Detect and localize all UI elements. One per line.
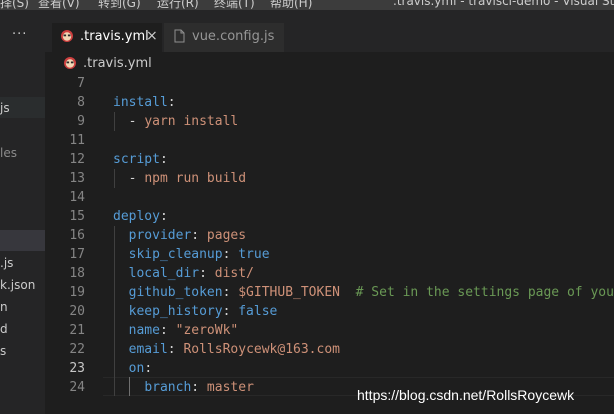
travis-icon: [64, 57, 76, 69]
code-line[interactable]: 22 email: RollsRoycewk@163.com: [45, 340, 614, 359]
code-line[interactable]: 9 - yarn install: [45, 112, 614, 131]
line-number: 18: [69, 266, 85, 281]
line-number: 13: [69, 171, 85, 186]
tab-vue-config-js[interactable]: vue.config.js: [164, 23, 284, 52]
line-number: 14: [69, 190, 85, 205]
menu-selection[interactable]: 择(S): [0, 0, 29, 10]
line-number: 24: [69, 380, 85, 395]
code-line[interactable]: 17 skip_cleanup: true: [45, 245, 614, 264]
code-text: - yarn install: [128, 114, 239, 129]
code-editor[interactable]: 7 8 install: 9 - yarn install 11 12 script: 13 …: [45, 74, 614, 414]
code-line[interactable]: 21 name: "zeroWk": [45, 321, 614, 340]
sidebar-item-js[interactable]: js: [0, 101, 10, 115]
sidebar-item-d[interactable]: d: [0, 322, 8, 336]
line-number: 23: [69, 361, 85, 376]
breadcrumb: .travis.yml: [45, 52, 614, 74]
code-line[interactable]: 19 github_token: $GITHUB_TOKEN # Set in …: [45, 283, 614, 302]
code-line[interactable]: 13 - npm run build: [45, 169, 614, 188]
line-number: 15: [69, 209, 85, 224]
code-text: install:: [113, 95, 176, 110]
code-line[interactable]: 15 deploy:: [45, 207, 614, 226]
code-text: github_token: $GITHUB_TOKEN # Set in the…: [128, 285, 614, 300]
menu-view[interactable]: 查看(V): [38, 0, 80, 10]
line-number: 17: [69, 247, 85, 262]
watermark: https://blog.csdn.net/RollsRoycewk: [357, 387, 575, 403]
code-text: - npm run build: [128, 171, 247, 186]
line-number: 11: [69, 133, 85, 148]
sidebar-item-package-json[interactable]: k.json: [0, 278, 35, 292]
tab-label: .travis.yml: [80, 29, 149, 44]
code-text: keep_history: false: [128, 304, 278, 319]
menu-bar: 择(S) 查看(V) 转到(G) 运行(R) 终端(T) 帮助(H) .trav…: [0, 0, 614, 10]
code-text: script:: [113, 152, 168, 167]
sidebar-selected-row: [0, 230, 45, 251]
menu-help[interactable]: 帮助(H): [270, 0, 312, 10]
line-number: 20: [69, 304, 85, 319]
menu-terminal[interactable]: 终端(T): [214, 0, 255, 10]
more-actions-button[interactable]: ···: [12, 27, 27, 42]
menu-go[interactable]: 转到(G): [98, 0, 141, 10]
code-line[interactable]: 18 local_dir: dist/: [45, 264, 614, 283]
travis-icon: [61, 30, 73, 42]
line-number: 12: [69, 152, 85, 167]
line-number: 16: [69, 228, 85, 243]
sidebar-item-s[interactable]: s: [0, 344, 6, 358]
code-line[interactable]: 23 on:: [45, 359, 614, 378]
code-text: name: "zeroWk": [128, 323, 239, 338]
code-text: deploy:: [113, 209, 168, 224]
explorer-sidebar: ··· js les .js k.json n d s: [0, 10, 45, 414]
code-text: provider: pages: [128, 228, 247, 243]
code-text: local_dir: dist/: [128, 266, 254, 281]
menu-run[interactable]: 运行(R): [157, 0, 199, 10]
code-line[interactable]: 8 install:: [45, 93, 614, 112]
file-icon: [174, 29, 185, 43]
sidebar-item-main-js[interactable]: .js: [0, 256, 13, 270]
code-text: on:: [128, 361, 153, 376]
line-number: 8: [77, 95, 85, 110]
close-icon[interactable]: ×: [146, 28, 158, 44]
tab-travis-yml[interactable]: .travis.yml ×: [52, 23, 162, 52]
line-number: 7: [77, 76, 85, 91]
code-line[interactable]: 7: [45, 74, 614, 93]
line-number: 9: [77, 114, 85, 129]
line-number: 19: [69, 285, 85, 300]
sidebar-item-n[interactable]: n: [0, 300, 8, 314]
line-number: 21: [69, 323, 85, 338]
code-line[interactable]: 16 provider: pages: [45, 226, 614, 245]
code-line[interactable]: 12 script:: [45, 150, 614, 169]
sidebar-item-files[interactable]: les: [0, 146, 17, 160]
editor-tab-bar: .travis.yml × vue.config.js: [45, 10, 614, 52]
code-line[interactable]: 14: [45, 188, 614, 207]
code-line[interactable]: 11: [45, 131, 614, 150]
window-title: .travis.yml - travisci-demo - Visual Stu…: [393, 0, 614, 8]
line-number: 22: [69, 342, 85, 357]
code-line[interactable]: 20 keep_history: false: [45, 302, 614, 321]
breadcrumb-file[interactable]: .travis.yml: [83, 56, 152, 71]
code-text: skip_cleanup: true: [128, 247, 270, 262]
code-text: email: RollsRoycewk@163.com: [128, 342, 340, 357]
tab-label: vue.config.js: [192, 29, 275, 44]
code-text: branch: master: [144, 380, 254, 395]
